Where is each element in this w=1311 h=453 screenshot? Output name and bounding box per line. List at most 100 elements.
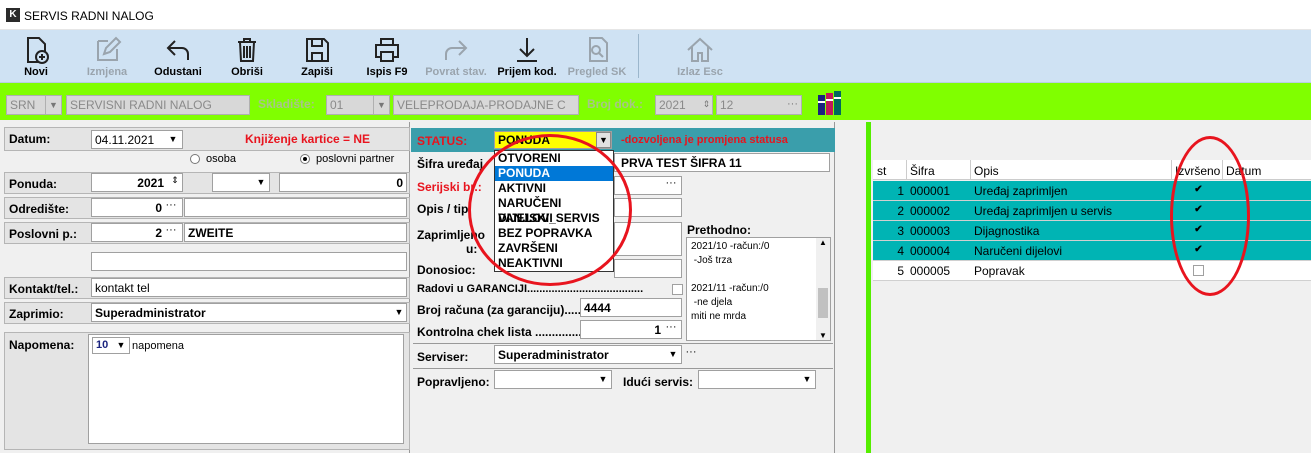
- toolbar-divider: [638, 34, 639, 78]
- repaired-date-field[interactable]: [494, 370, 612, 389]
- description-label: Opis / tip: [417, 202, 469, 216]
- receive-code-button[interactable]: Prijem kod.: [494, 30, 560, 83]
- contact-field[interactable]: kontakt tel: [91, 278, 407, 297]
- trash-icon: [238, 38, 256, 62]
- new-button[interactable]: Novi: [18, 30, 54, 83]
- history-box[interactable]: 2021/10 -račun:/0 -Još trza 2021/11 -rač…: [686, 237, 831, 341]
- history-label: Prethodno:: [687, 223, 751, 237]
- offer-number-field[interactable]: 0: [279, 173, 407, 192]
- cell-opis: Uređaj zaprimljen u servis: [974, 204, 1113, 218]
- exit-button[interactable]: Izlaz Esc: [672, 30, 728, 83]
- ellipsis-icon[interactable]: ···: [784, 95, 801, 115]
- warehouse-label: Skladište:: [258, 97, 315, 111]
- cell-sifra: 000005: [910, 264, 951, 278]
- col-sifra[interactable]: Šifra: [910, 164, 935, 178]
- chevron-down-icon[interactable]: ▼: [596, 132, 611, 148]
- scroll-down-icon[interactable]: ▼: [816, 331, 830, 340]
- redo-arrow-icon: [445, 40, 468, 60]
- ellipsis-icon[interactable]: ···: [684, 346, 698, 358]
- chevron-down-icon[interactable]: ▼: [596, 374, 610, 384]
- edit-icon: [97, 36, 122, 61]
- chevron-down-icon[interactable]: ▼: [254, 177, 268, 187]
- cell-st: 1: [897, 184, 904, 198]
- cell-sifra: 000004: [910, 244, 951, 258]
- warehouse-name-field[interactable]: VELEPRODAJA-PRODAJNE C: [393, 95, 579, 115]
- col-st[interactable]: st: [877, 164, 886, 178]
- received-by-select[interactable]: Superadministrator: [91, 303, 407, 322]
- home-icon: [687, 37, 713, 62]
- year-spinner-icon[interactable]: ⇕: [698, 95, 715, 115]
- doc-type-field[interactable]: SRN: [6, 95, 46, 115]
- radio-person[interactable]: [190, 154, 200, 164]
- bringer-field[interactable]: [614, 259, 682, 278]
- printer-icon: [375, 38, 399, 62]
- invoice-number-field[interactable]: 4444: [580, 298, 682, 317]
- partner-extra-field[interactable]: [91, 252, 407, 271]
- col-opis[interactable]: Opis: [974, 164, 999, 178]
- history-line: 2021/10 -račun:/0: [691, 241, 770, 252]
- table-row[interactable]: 5 000005 Popravak: [873, 261, 1311, 281]
- edit-button[interactable]: Izmjena: [82, 30, 132, 83]
- col-divider: [1171, 160, 1172, 180]
- save-button[interactable]: Zapiši: [296, 30, 338, 83]
- highlight-circle: [1170, 136, 1250, 296]
- received-by-label: Zaprimio:: [9, 307, 64, 321]
- print-button[interactable]: Ispis F9: [362, 30, 412, 83]
- restore-item-button[interactable]: Povrat stav.: [422, 30, 490, 83]
- delete-button[interactable]: Obriši: [226, 30, 268, 83]
- ellipsis-icon[interactable]: ···: [664, 321, 678, 333]
- warehouse-code-field[interactable]: 01: [326, 95, 376, 115]
- window-title: SERVIS RADNI NALOG: [24, 9, 154, 23]
- cancel-button[interactable]: Odustani: [150, 30, 206, 83]
- year-spinner-icon[interactable]: ⇕: [168, 175, 182, 186]
- chevron-down-icon[interactable]: ▼: [373, 95, 390, 115]
- next-service-field[interactable]: [698, 370, 816, 389]
- chevron-down-icon[interactable]: ▼: [114, 340, 128, 350]
- radio-business-partner-label: poslovni partner: [316, 153, 395, 165]
- ellipsis-icon[interactable]: ···: [164, 224, 178, 236]
- chevron-down-icon[interactable]: ▼: [800, 374, 814, 384]
- contact-label: Kontakt/tel.:: [9, 282, 79, 296]
- books-icon[interactable]: [816, 89, 846, 117]
- title-bar: K SERVIS RADNI NALOG: [0, 0, 1311, 30]
- col-divider: [906, 160, 907, 180]
- chevron-down-icon[interactable]: ▼: [166, 134, 180, 144]
- chevron-down-icon[interactable]: ▼: [392, 307, 406, 317]
- history-line: [691, 268, 814, 282]
- preview-sk-button[interactable]: Pregled SK: [564, 30, 630, 83]
- scroll-thumb[interactable]: [818, 288, 828, 318]
- cell-st: 3: [897, 224, 904, 238]
- ellipsis-icon[interactable]: ···: [164, 199, 178, 211]
- note-text[interactable]: napomena: [132, 340, 184, 352]
- ellipsis-icon[interactable]: ···: [664, 177, 678, 189]
- destination-name-field[interactable]: [184, 198, 407, 217]
- history-scrollbar[interactable]: ▲ ▼: [816, 238, 830, 340]
- technician-select[interactable]: Superadministrator: [494, 345, 682, 364]
- cell-st: 5: [897, 264, 904, 278]
- partner-name-field[interactable]: ZWEITE: [184, 223, 407, 242]
- technician-label: Serviser:: [417, 350, 469, 364]
- undo-arrow-icon: [166, 40, 189, 60]
- radio-person-label: osoba: [206, 153, 236, 165]
- divider: [413, 343, 833, 344]
- document-header-bar: SRN ▼ SERVISNI RADNI NALOG Skladište: 01…: [0, 83, 1311, 120]
- history-line: miti ne mrda: [691, 311, 747, 322]
- cell-sifra: 000002: [910, 204, 951, 218]
- checklist-label: Kontrolna chek lista ...............: [417, 325, 586, 339]
- scroll-up-icon[interactable]: ▲: [816, 238, 830, 247]
- received-sub-label: u:: [466, 242, 478, 256]
- cell-sifra: 000003: [910, 224, 951, 238]
- radio-business-partner[interactable]: [300, 154, 310, 164]
- warranty-checkbox[interactable]: [672, 284, 683, 295]
- cell-opis: Uređaj zaprimljen: [974, 184, 1068, 198]
- device-code-field[interactable]: PRVA TEST ŠIFRA 11: [614, 153, 830, 172]
- status-label: STATUS:: [417, 134, 468, 148]
- cell-st: 2: [897, 204, 904, 218]
- history-line: -ne djela: [691, 297, 733, 308]
- chevron-down-icon[interactable]: ▼: [45, 95, 62, 115]
- splitter-bar[interactable]: [866, 122, 871, 453]
- posting-status-text: Knjiženje kartice = NE: [245, 132, 371, 146]
- doc-name-field[interactable]: SERVISNI RADNI NALOG: [66, 95, 250, 115]
- chevron-down-icon[interactable]: ▼: [666, 349, 680, 359]
- doc-number-label: Broj dok.:: [587, 97, 643, 111]
